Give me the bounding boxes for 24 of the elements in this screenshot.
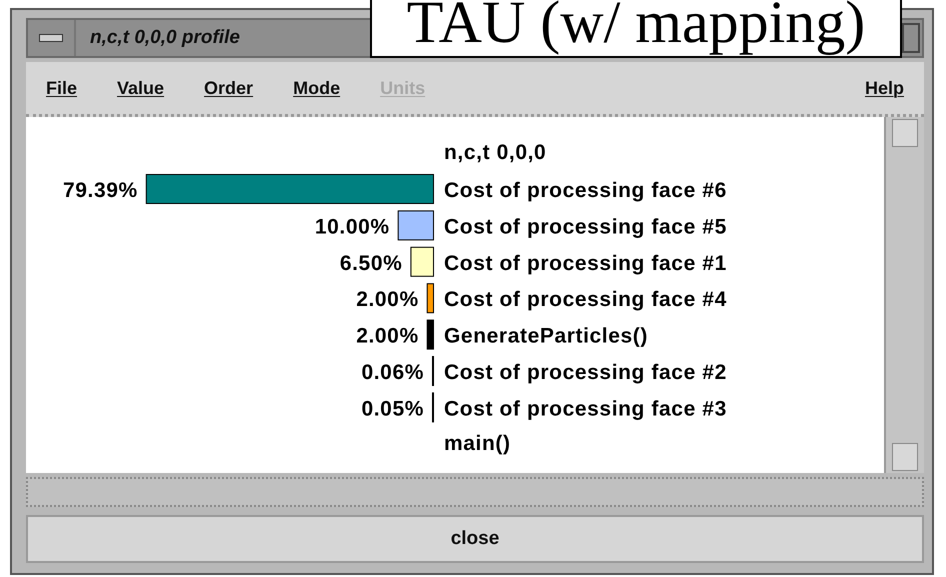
function-label: Cost of processing face #5	[444, 216, 727, 239]
percent-label: 0.05%	[361, 398, 424, 421]
function-label: Cost of processing face #3	[444, 398, 727, 421]
function-label: Cost of processing face #6	[444, 179, 727, 202]
menu-item[interactable]: Order	[204, 78, 254, 98]
menu-item[interactable]: Help	[864, 78, 904, 98]
menu-item[interactable]: Value	[117, 78, 164, 98]
percent-label: 2.00%	[356, 325, 419, 348]
window-title: n,c,t 0,0,0 profile	[90, 27, 241, 49]
percent-label: 6.50%	[340, 252, 402, 276]
function-label: Cost of processing face #1	[444, 252, 727, 276]
function-label: Cost of processing face #2	[444, 361, 727, 384]
function-label: main()	[444, 432, 511, 456]
overlay-label: TAU (w/ mapping)	[370, 0, 902, 58]
close-button[interactable]: close	[26, 515, 924, 563]
percent-label: 2.00%	[356, 288, 419, 312]
menu-item[interactable]: File	[46, 78, 78, 98]
percent-label: 79.39%	[62, 179, 138, 202]
percent-label: 0.06%	[361, 361, 424, 384]
menu-item[interactable]: Mode	[293, 78, 340, 98]
function-label: GenerateParticles()	[444, 325, 648, 348]
function-label: Cost of processing face #4	[444, 288, 727, 312]
percent-label: 10.00%	[314, 216, 390, 239]
profile-heading: n,c,t 0,0,0	[444, 141, 546, 166]
